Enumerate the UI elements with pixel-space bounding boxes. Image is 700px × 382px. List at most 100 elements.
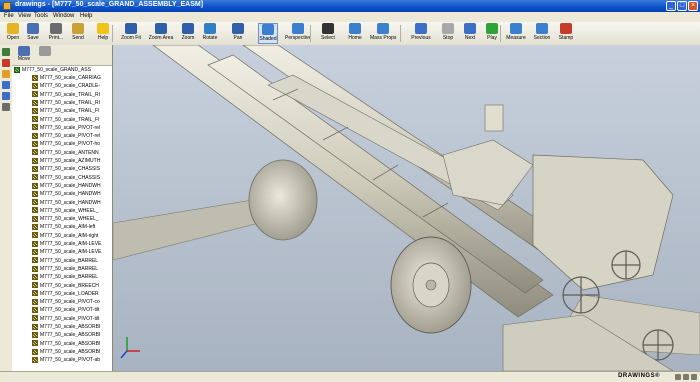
hide-button[interactable] [36,46,54,56]
tree-item[interactable]: M777_50_scale_AIM-right [32,232,98,240]
tree-item[interactable]: M777_50_scale_AIM-LEVE [32,248,101,256]
tree-item[interactable]: M777_50_scale_ABSORBI [32,323,100,331]
previous-icon [415,23,427,34]
panel-toolbar: Move [12,45,112,66]
tree-item[interactable]: M777_50_scale_TRAIL_FI [32,107,99,115]
tree-item[interactable]: M777_50_scale_AIM-left [32,223,95,231]
previous-button[interactable]: Previous [408,23,434,44]
tree-item[interactable]: M777_50_scale_WHEEL_ [32,207,99,215]
tree-view-icon[interactable] [2,48,10,56]
home-button[interactable]: Home [345,23,365,44]
play-button[interactable]: Play [482,23,502,44]
stop-button[interactable]: Stop [438,23,458,44]
tree-root-label: M777_50_scale_GRAND_ASS [22,67,91,73]
tree-item[interactable]: M777_50_scale_AZIMUTH [32,157,100,165]
tree-item[interactable]: M777_50_scale_AIM-LEVE [32,240,101,248]
tree-item[interactable]: M777_50_scale_BREECH [32,282,99,290]
tree-item[interactable]: M777_50_scale_TRAIL_RI [32,91,100,99]
zoom-button[interactable]: Zoom [178,23,198,44]
tree-item-label: M777_50_scale_ABSORBI [40,332,101,339]
tree-item[interactable]: M777_50_scale_CRADLE- [32,82,100,90]
properties-icon[interactable] [2,103,10,111]
tree-item[interactable]: M777_50_scale_PIVOT-rel [32,124,100,132]
open-button[interactable]: Open [3,23,23,44]
part-icon [32,282,38,289]
status-icon-3[interactable] [691,374,697,380]
3d-viewport[interactable] [113,45,700,371]
part-icon [32,124,38,131]
part-icon [32,348,38,355]
measure-button[interactable]: Measure [506,23,526,44]
tree-item[interactable]: M777_50_scale_ANTENN [32,149,99,157]
send-button[interactable]: Send [68,23,88,44]
tree-item[interactable]: M777_50_scale_CHASSIS [32,174,100,182]
tree-item-label: M777_50_scale_WHEEL_ [40,207,99,214]
tree-item[interactable]: M777_50_scale_BARREL [32,265,98,273]
next-button[interactable]: Next [460,23,480,44]
print-label: Print... [48,35,64,41]
tree-item[interactable]: M777_50_scale_CARRIAG [32,74,101,82]
app-icon[interactable] [3,2,11,10]
close-button[interactable]: × [688,1,698,11]
print-button[interactable]: Print... [43,23,69,44]
menu-tools[interactable]: Tools [34,13,48,19]
move-button[interactable]: Move [15,46,33,62]
tree-item[interactable]: M777_50_scale_PIVOT-ho [32,140,100,148]
save-button[interactable]: Save [23,23,43,44]
tree-item[interactable]: M777_50_scale_HANDWH [32,182,101,190]
part-icon [32,315,38,322]
section-button[interactable]: Section [532,23,552,44]
tree-item[interactable]: M777_50_scale_HANDWH [32,199,101,207]
tree-item[interactable]: M777_50_scale_WHEEL_ [32,215,99,223]
brand-logo: DRAWINGS® [618,373,660,379]
status-icon-1[interactable] [675,374,681,380]
send-label: Send [72,35,84,41]
part-icon [32,340,38,347]
perspective-button[interactable]: Perspective [285,23,311,44]
status-icon-2[interactable] [683,374,689,380]
tree-item[interactable]: M777_50_scale_PIVOT-ab [32,356,100,364]
handwheel-1 [562,276,600,314]
tree-item[interactable]: M777_50_scale_ABSORBI [32,331,100,339]
stamp-button[interactable]: Stamp [556,23,576,44]
tree-item[interactable]: M777_50_scale_LOADER [32,290,99,298]
window-title: drawings - [M777_50_scale_GRAND_ASSEMBLY… [15,1,204,8]
zoom-area-button[interactable]: Zoom Area [148,23,174,44]
minimize-button[interactable]: _ [666,1,676,11]
layers-icon[interactable] [2,81,10,89]
mass-props-button[interactable]: Mass Props [370,23,396,44]
shaded-button[interactable]: Shaded [258,23,278,44]
tree-item[interactable]: M777_50_scale_CHASSIS [32,165,100,173]
tree-item[interactable]: M777_50_scale_BARREL [32,273,98,281]
tree-item-label: M777_50_scale_TRAIL_RI [40,91,101,98]
next-icon [464,23,476,34]
pan-button[interactable]: Pan [228,23,248,44]
tree-item[interactable]: M777_50_scale_ABSORBI [32,348,100,356]
menu-view[interactable]: View [18,13,31,19]
tree-item[interactable]: M777_50_scale_HANDWH [32,190,101,198]
select-button[interactable]: Select [318,23,338,44]
tree-item-label: M777_50_scale_AIM-left [40,224,96,231]
part-icon [32,174,38,181]
tree-item-label: M777_50_scale_WHEEL_ [40,216,99,223]
markup-icon[interactable] [2,59,10,67]
tree-item[interactable]: M777_50_scale_PIVOT-tilt [32,315,99,323]
tree-item[interactable]: M777_50_scale_PIVOT-rel [32,132,100,140]
tree-item[interactable]: M777_50_scale_PIVOT-tilt [32,306,99,314]
maximize-button[interactable]: □ [677,1,687,11]
help-button[interactable]: Help [93,23,113,44]
tree-item[interactable]: M777_50_scale_BARREL [32,257,98,265]
menu-help[interactable]: Help [80,13,92,19]
rotate-button[interactable]: Rotate [200,23,220,44]
tree-item[interactable]: M777_50_scale_TRAIL_FI [32,116,99,124]
tree-item[interactable]: M777_50_scale_TRAIL_RI [32,99,100,107]
tree-item[interactable]: M777_50_scale_ABSORBI [32,340,100,348]
config-icon[interactable] [2,92,10,100]
menu-window[interactable]: Window [53,13,74,19]
menu-file[interactable]: File [4,13,14,19]
pencil-icon[interactable] [2,70,10,78]
tree-item[interactable]: M777_50_scale_PIVOT-co [32,298,100,306]
zoom-fit-button[interactable]: Zoom Fit [118,23,144,44]
tree-root[interactable]: M777_50_scale_GRAND_ASS [14,66,91,74]
tree-item-label: M777_50_scale_HANDWH [40,199,101,206]
